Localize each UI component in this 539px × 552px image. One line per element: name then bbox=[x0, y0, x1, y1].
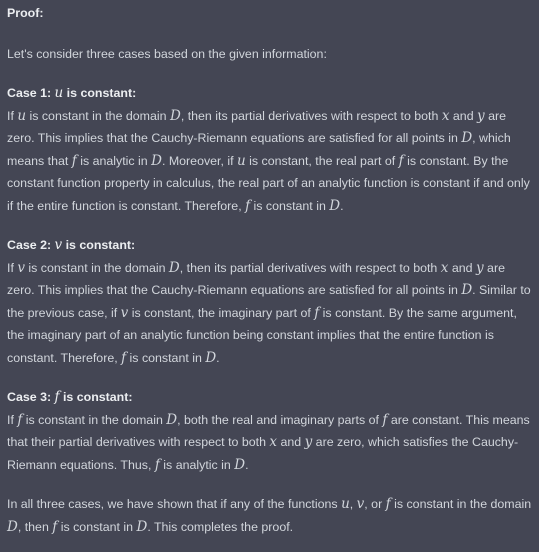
math-symbol: y bbox=[477, 107, 485, 124]
math-symbol: D bbox=[168, 259, 180, 276]
math-symbol: y bbox=[475, 259, 484, 276]
text-segment: Case 1: bbox=[7, 86, 55, 100]
text-segment: . This completes the proof. bbox=[147, 519, 294, 534]
math-symbol: u bbox=[17, 107, 27, 124]
case-2-title: Case 2: v is constant: bbox=[7, 234, 532, 257]
case-2-block: Case 2: v is constant: If v is constant … bbox=[7, 234, 532, 369]
text-segment: is constant in the domain bbox=[390, 497, 532, 511]
text-segment: is constant: bbox=[63, 86, 137, 100]
text-segment: is constant in bbox=[250, 198, 330, 213]
case-1-title: Case 1: u is constant: bbox=[7, 82, 532, 105]
text-segment: , then its partial derivatives with resp… bbox=[179, 260, 441, 275]
math-symbol: D bbox=[7, 518, 18, 535]
assistant-message-panel: Proof: Let's consider three cases based … bbox=[0, 0, 539, 552]
math-symbol: u bbox=[54, 85, 64, 101]
math-symbol: D bbox=[461, 130, 473, 146]
text-segment: , bbox=[349, 497, 357, 511]
text-segment: If bbox=[7, 412, 18, 427]
math-symbol: D bbox=[329, 197, 341, 214]
case-3-block: Case 3: f is constant: If f is constant … bbox=[7, 386, 532, 476]
text-segment: and bbox=[449, 108, 478, 123]
text-segment: , then its partial derivatives with resp… bbox=[180, 108, 442, 123]
proof-heading: Proof: bbox=[7, 6, 44, 20]
text-segment: and bbox=[277, 435, 305, 449]
case-3-body: If f is constant in the domain D, both t… bbox=[7, 409, 532, 477]
text-segment: is constant, the real part of bbox=[245, 153, 399, 168]
text-segment: is constant in the domain bbox=[26, 108, 170, 123]
text-segment: . bbox=[245, 457, 249, 472]
text-segment: is constant in bbox=[57, 519, 137, 534]
text-segment: is constant in bbox=[126, 350, 206, 365]
text-segment: is constant: bbox=[59, 390, 133, 404]
math-symbol: u bbox=[237, 152, 246, 169]
text-segment: is analytic in bbox=[76, 153, 152, 168]
text-segment: Let's consider three cases based on the … bbox=[7, 46, 327, 61]
text-segment: , or bbox=[364, 497, 386, 511]
conclusion-paragraph: In all three cases, we have shown that i… bbox=[7, 493, 532, 538]
text-segment: Case 2: bbox=[7, 238, 55, 252]
text-segment: In all three cases, we have shown that i… bbox=[7, 497, 342, 511]
text-segment: is constant in the domain bbox=[22, 412, 167, 427]
case-1-body: If u is constant in the domain D, then i… bbox=[7, 105, 532, 218]
text-segment: is constant in the domain bbox=[24, 260, 169, 275]
intro-paragraph: Let's consider three cases based on the … bbox=[7, 43, 532, 66]
math-symbol: u bbox=[341, 496, 350, 512]
math-symbol: D bbox=[461, 282, 473, 298]
math-symbol: D bbox=[234, 456, 246, 473]
case-2-body: If v is constant in the domain D, then i… bbox=[7, 257, 532, 370]
text-segment: If bbox=[7, 108, 18, 123]
math-symbol: D bbox=[166, 411, 178, 428]
text-segment: is analytic in bbox=[159, 457, 235, 472]
text-segment: , both the real and imaginary parts of bbox=[177, 412, 383, 427]
text-segment: , then bbox=[17, 519, 53, 534]
text-segment: . bbox=[216, 350, 220, 365]
math-symbol: D bbox=[169, 107, 181, 124]
case-1-block: Case 1: u is constant: If u is constant … bbox=[7, 82, 532, 217]
text-segment: is constant, the imaginary part of bbox=[128, 305, 315, 320]
math-symbol: D bbox=[151, 152, 162, 169]
math-symbol: D bbox=[205, 349, 217, 366]
text-segment: . Moreover, if bbox=[161, 153, 238, 168]
text-segment: and bbox=[448, 260, 476, 275]
case-3-title: Case 3: f is constant: bbox=[7, 386, 532, 409]
text-segment: If bbox=[7, 260, 18, 275]
math-symbol: x bbox=[269, 434, 278, 450]
text-segment: is constant: bbox=[62, 238, 136, 252]
math-symbol: D bbox=[136, 518, 148, 535]
text-segment: . bbox=[340, 198, 344, 213]
math-symbol: v bbox=[17, 259, 25, 276]
text-segment: Case 3: bbox=[7, 390, 55, 404]
